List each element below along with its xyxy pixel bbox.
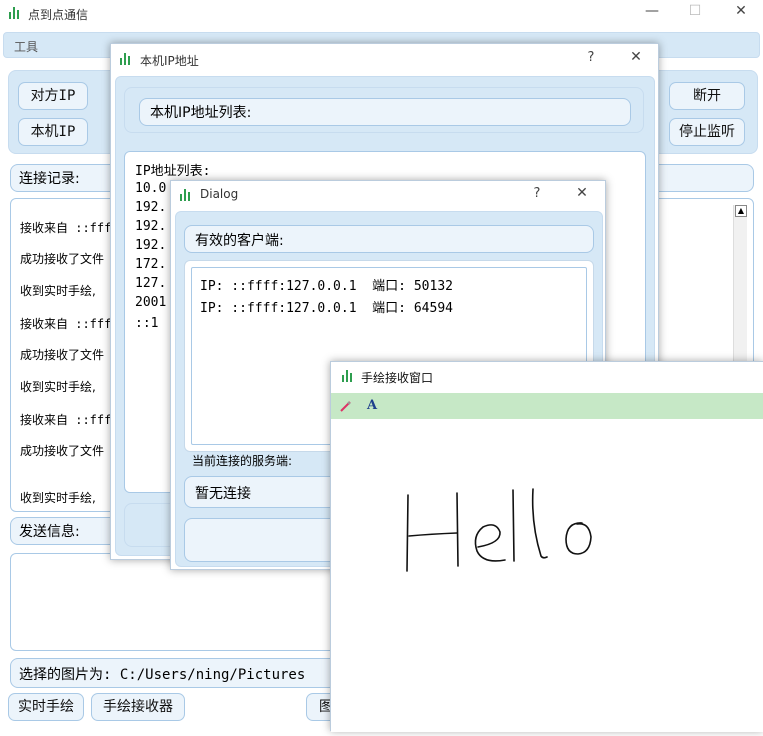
drawing-canvas[interactable] — [331, 419, 763, 732]
handwriting-strokes — [406, 488, 592, 572]
disconnect-button[interactable]: 断开 — [669, 82, 745, 110]
menu-tools[interactable]: 工具 — [14, 38, 38, 55]
ip-item: ::1 — [135, 316, 159, 331]
client-item[interactable]: IP: ::ffff:127.0.0.1 端口: 50132 — [200, 275, 453, 294]
log-line: 接收来自 ::fff — [20, 221, 112, 235]
client-item[interactable]: IP: ::ffff:127.0.0.1 端口: 64594 — [200, 297, 453, 316]
stop-listen-button[interactable]: 停止监听 — [669, 118, 745, 146]
peer-ip-button[interactable]: 对方IP — [18, 82, 88, 110]
app-logo-icon — [342, 370, 354, 382]
ip-list-title: IP地址列表: — [135, 164, 211, 179]
server-value: 暂无连接 — [195, 486, 251, 502]
close-button[interactable]: ✕ — [626, 49, 646, 65]
server-label: 当前连接的服务端: — [192, 454, 293, 468]
log-line: 接收来自 ::fff — [20, 413, 112, 427]
main-window-title: 点到点通信 — [28, 8, 89, 22]
ip-item: 10.0 — [135, 181, 167, 196]
log-line: 成功接收了文件 — [20, 348, 105, 362]
scroll-up-icon[interactable]: ▲ — [735, 205, 747, 217]
log-line: 接收来自 ::fff — [20, 317, 112, 331]
draw-toolbar: A — [331, 393, 763, 419]
log-line: 收到实时手绘, — [20, 380, 96, 394]
help-button[interactable]: ? — [581, 50, 601, 65]
log-line: 成功接收了文件 — [20, 444, 105, 458]
ip-item: 192. — [135, 200, 167, 215]
pen-icon — [340, 401, 351, 412]
ip-window-title: 本机IP地址 — [140, 54, 199, 68]
help-button[interactable]: ? — [527, 186, 547, 201]
draw-receiver-button[interactable]: 手绘接收器 — [91, 693, 185, 721]
ip-header-panel: 本机IP地址列表: — [124, 87, 644, 133]
close-button[interactable]: ✕ — [729, 3, 753, 19]
app-logo-icon — [120, 53, 132, 65]
ip-item: 192. — [135, 238, 167, 253]
draw-window-title: 手绘接收窗口 — [361, 371, 434, 385]
dialog-title: Dialog — [200, 187, 239, 201]
app-logo-icon — [9, 7, 21, 19]
maximize-button[interactable]: ☐ — [683, 3, 707, 19]
ip-item: 172. — [135, 257, 167, 272]
close-button[interactable]: ✕ — [572, 185, 592, 201]
text-tool-button[interactable]: A — [363, 397, 381, 415]
text-tool-label: A — [366, 398, 378, 413]
log-line: 成功接收了文件 — [20, 252, 105, 266]
clients-label: 有效的客户端: — [184, 225, 594, 253]
log-line: 收到实时手绘, — [20, 491, 96, 505]
local-ip-button[interactable]: 本机IP — [18, 118, 88, 146]
minimize-button[interactable]: — — [640, 3, 664, 19]
pen-tool-button[interactable] — [337, 397, 355, 415]
log-line: 收到实时手绘, — [20, 284, 96, 298]
ip-item: 2001 — [135, 295, 167, 310]
ip-item: 127. — [135, 276, 167, 291]
realtime-draw-button[interactable]: 实时手绘 — [8, 693, 84, 721]
app-logo-icon — [180, 189, 192, 201]
draw-receiver-window: 手绘接收窗口 A — [330, 361, 763, 732]
ip-item: 192. — [135, 219, 167, 234]
ip-list-header: 本机IP地址列表: — [139, 98, 631, 126]
